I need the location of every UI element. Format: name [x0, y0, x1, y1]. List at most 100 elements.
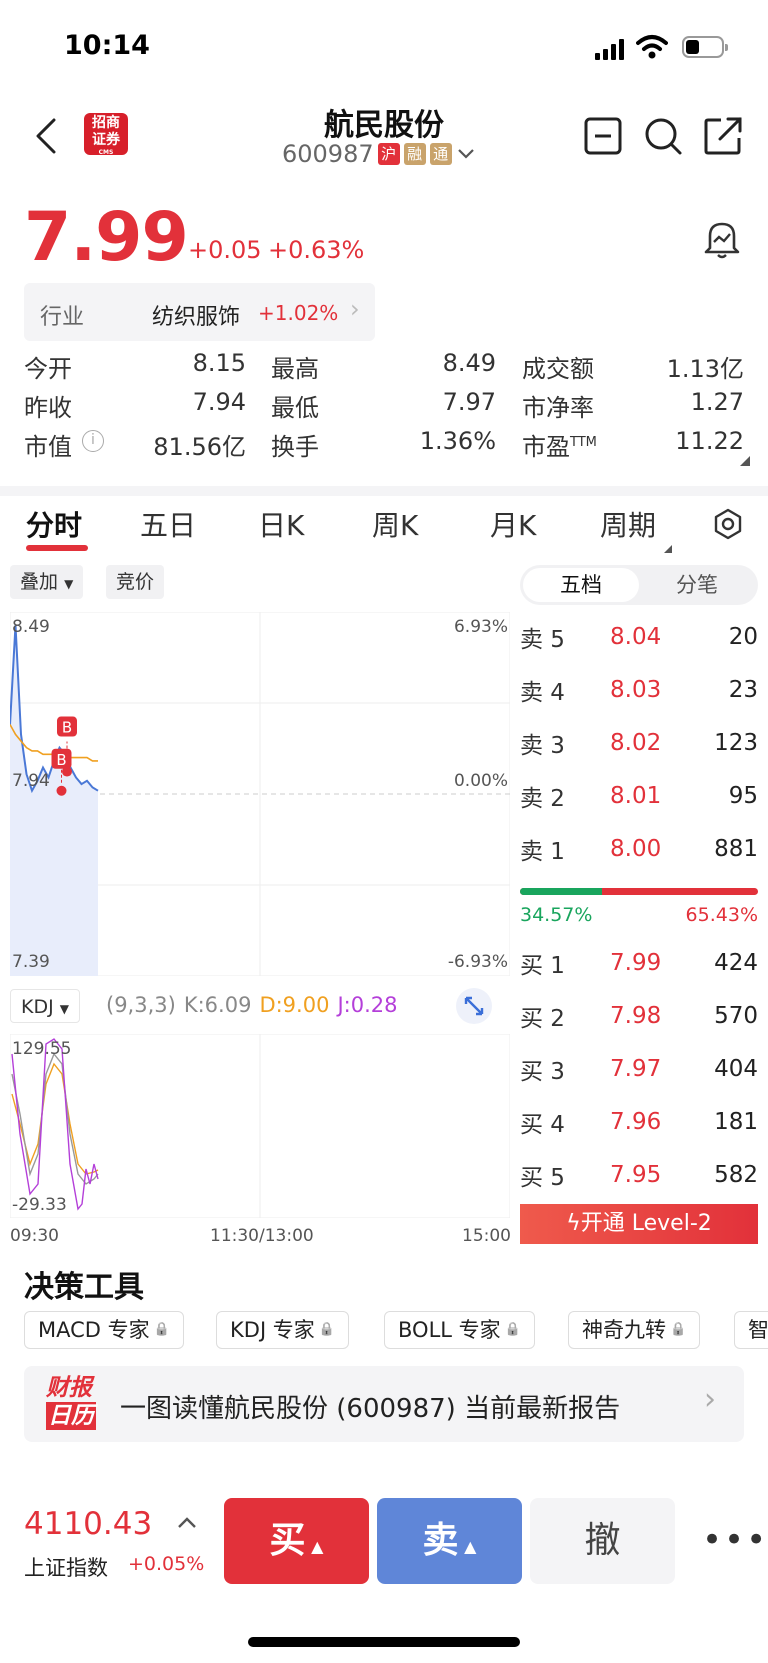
indicator-dropdown[interactable]: KDJ ▼ [10, 989, 80, 1023]
orderbook-row: 买 4 7.96 181 [520, 1095, 758, 1148]
orderbook-row: 买 3 7.97 404 [520, 1042, 758, 1095]
price-alert-icon[interactable] [702, 218, 742, 260]
tool-button[interactable]: KDJ 专家 🔒 [216, 1311, 349, 1349]
tab-five-levels[interactable]: 五档 [523, 568, 639, 602]
tab-1[interactable]: 五日 [140, 504, 196, 544]
cancel-button[interactable]: 撤 [530, 1498, 675, 1584]
kdj-j: J:0.28 [337, 993, 398, 1017]
orderbook-row: 买 2 7.98 570 [520, 989, 758, 1042]
level-price: 8.00 [610, 835, 662, 862]
buy-label: 买 [269, 1520, 306, 1561]
status-time: 10:14 [64, 30, 150, 61]
level-qty: 20 [728, 623, 758, 650]
intraday-price-chart[interactable]: BB [10, 612, 510, 976]
industry-bar[interactable]: 行业 纺织服饰 +1.02% › [24, 283, 375, 341]
time-label-midday: 11:30/13:00 [210, 1226, 314, 1246]
section-divider [0, 486, 768, 496]
stat-label: 最高 [271, 355, 319, 383]
tab-5[interactable]: 周期 [600, 504, 656, 544]
price-change-pct: +0.63% [268, 236, 365, 264]
caret-down-icon: ▼ [64, 577, 74, 591]
info-icon[interactable]: i [82, 430, 104, 452]
report-text: 一图读懂航民股份 (600987) 当前最新报告 [120, 1394, 621, 1424]
buy-ratio-fill [520, 888, 603, 895]
tab-ticks[interactable]: 分笔 [639, 568, 755, 602]
level-price: 7.99 [610, 949, 662, 976]
expand-corner-icon[interactable] [740, 456, 750, 466]
tab-2[interactable]: 日K [258, 504, 304, 544]
orderbook-tabs: 五档 分笔 [520, 565, 758, 605]
ttm-superscript: TTM [570, 435, 597, 450]
tool-button[interactable]: 智 [734, 1311, 768, 1349]
level-price: 7.97 [610, 1055, 662, 1082]
share-icon[interactable] [703, 116, 743, 156]
overlay-dropdown[interactable]: 叠加 ▼ [10, 565, 84, 599]
buy-ratio: 34.57% [520, 904, 593, 926]
tab-0[interactable]: 分时 [26, 504, 82, 544]
level2-label: 开通 Level-2 [580, 1211, 712, 1236]
level-price: 7.95 [610, 1161, 662, 1188]
stat-value: 1.27 [690, 388, 744, 416]
time-label-close: 15:00 [462, 1226, 511, 1246]
tool-button[interactable]: 神奇九转 🔒 [568, 1311, 701, 1349]
report-card[interactable]: 财报 日历 一图读懂航民股份 (600987) 当前最新报告 › [24, 1366, 744, 1442]
sell-label: 卖 [422, 1520, 459, 1561]
stock-code: 600987 [282, 140, 374, 168]
caret-down-icon: ▼ [59, 1002, 69, 1016]
stat-label: 换手 [271, 433, 319, 461]
tag-sh: 沪 [377, 143, 400, 165]
fullscreen-button[interactable] [456, 988, 492, 1024]
stat-value: 8.15 [192, 349, 246, 377]
price-area [10, 625, 98, 976]
stat-value: 11.22 [675, 427, 744, 455]
level-label: 买 2 [520, 1005, 565, 1032]
tab-3[interactable]: 周K [372, 504, 418, 544]
tool-label: 神奇九转 [582, 1318, 666, 1342]
sell-button[interactable]: 卖 ▲ [377, 1498, 522, 1584]
kdj-params: (9,3,3) [106, 993, 176, 1017]
tool-label: 智 [748, 1318, 768, 1342]
chart-settings-icon[interactable] [712, 508, 744, 540]
tab-4[interactable]: 月K [490, 504, 536, 544]
stat-label: 市净率 [522, 394, 594, 422]
current-price: 7.99 [24, 198, 189, 277]
level2-banner[interactable]: ϟ开通 Level-2 [520, 1204, 758, 1244]
cellular-signal-icon [595, 38, 627, 60]
kdj-chart[interactable] [10, 1034, 510, 1218]
tool-button[interactable]: MACD 专家 🔒 [24, 1311, 184, 1349]
orderbook-row: 买 5 7.95 582 [520, 1148, 758, 1201]
level-price: 8.04 [610, 623, 662, 650]
price-change: +0.05 [188, 236, 262, 264]
auction-button[interactable]: 竞价 [106, 565, 165, 599]
report-badge-top: 财报 [46, 1375, 92, 1401]
more-icon[interactable]: ••• [702, 1520, 768, 1560]
indicator-label: KDJ [21, 996, 54, 1018]
buy-button[interactable]: 买 ▲ [224, 1498, 369, 1584]
level-label: 卖 1 [520, 838, 565, 865]
search-icon[interactable] [643, 116, 683, 156]
report-badge-bottom: 日历 [46, 1402, 96, 1430]
buy-sell-ratio-bar [520, 888, 758, 895]
index-change: +0.05% [128, 1553, 205, 1575]
stat-label: 市值 [24, 433, 72, 461]
index-name: 上证指数 [24, 1556, 108, 1580]
stock-code-row[interactable]: 600987 沪 融 通 [282, 140, 476, 168]
wifi-icon [636, 35, 668, 59]
stat-label: 最低 [271, 394, 319, 422]
price-axis-mid: 7.94 [12, 771, 50, 791]
orderbook-row: 卖 4 8.03 23 [520, 663, 758, 716]
minimize-icon[interactable] [584, 117, 622, 155]
pct-axis-mid: 0.00% [453, 771, 508, 791]
lock-icon: 🔒 [504, 1322, 521, 1337]
orderbook-row: 卖 5 8.04 20 [520, 610, 758, 663]
tool-label: BOLL 专家 [398, 1318, 501, 1342]
orderbook-row: 买 1 7.99 424 [520, 936, 758, 989]
tool-label: KDJ 专家 [230, 1318, 315, 1342]
chevron-up-icon[interactable] [176, 1514, 198, 1530]
stat-label: 昨收 [24, 394, 72, 422]
tool-button[interactable]: BOLL 专家 🔒 [384, 1311, 535, 1349]
orderbook-row: 卖 2 8.01 95 [520, 769, 758, 822]
level-label: 买 3 [520, 1058, 565, 1085]
trade-marker-dot [62, 766, 72, 777]
index-value[interactable]: 4110.43 [24, 1506, 152, 1542]
